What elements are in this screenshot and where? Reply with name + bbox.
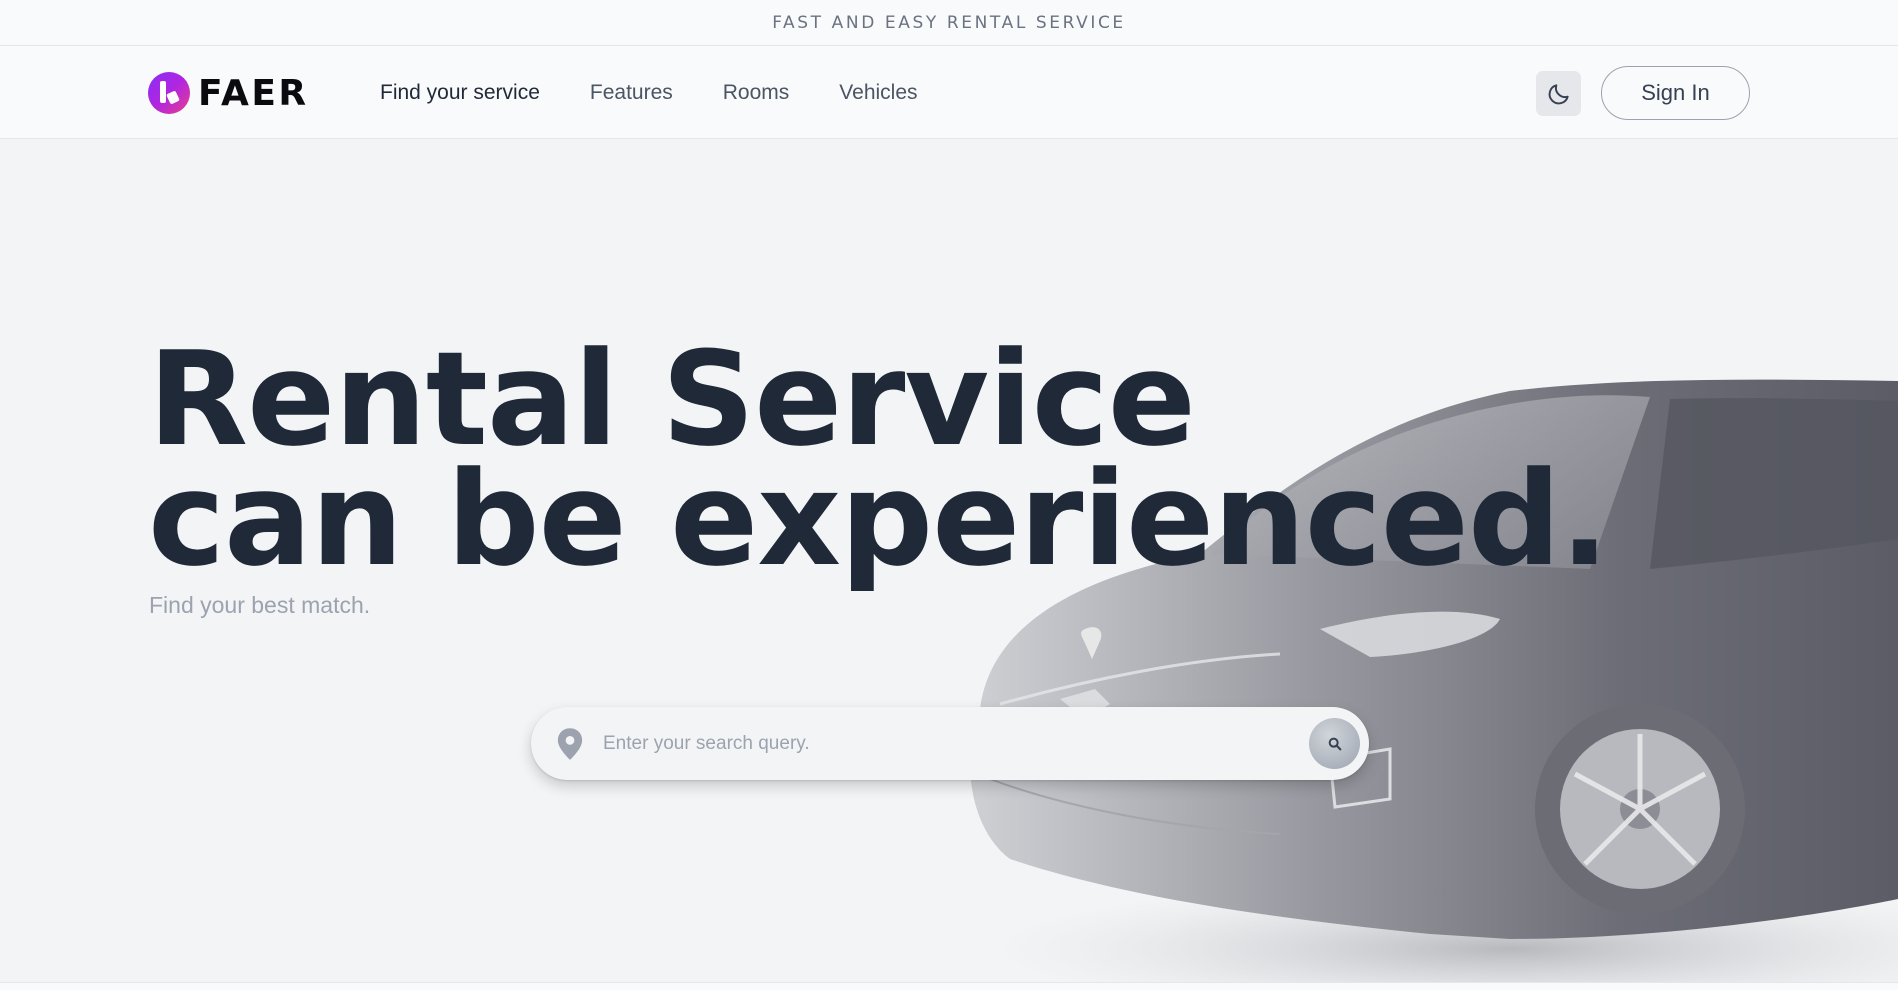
- hero-title-line-2: can be experienced.: [148, 443, 1609, 595]
- navbar: FAER Find your service Features Rooms Ve…: [0, 46, 1898, 139]
- main-nav: Find your service Features Rooms Vehicle…: [380, 46, 918, 139]
- brand-logo[interactable]: FAER: [148, 71, 309, 115]
- announcement-bar: FAST AND EASY RENTAL SERVICE: [0, 0, 1898, 46]
- announcement-text: FAST AND EASY RENTAL SERVICE: [772, 12, 1126, 33]
- page-divider: [0, 982, 1898, 990]
- hero-section: Rental Service can be experienced. Find …: [0, 139, 1898, 982]
- nav-link-rooms[interactable]: Rooms: [723, 81, 790, 105]
- logo-icon: [148, 72, 190, 114]
- nav-link-find-your-service[interactable]: Find your service: [380, 81, 540, 105]
- sign-in-button[interactable]: Sign In: [1601, 66, 1750, 120]
- moon-icon: [1548, 83, 1569, 104]
- nav-link-features[interactable]: Features: [590, 81, 673, 105]
- brand-name: FAER: [198, 72, 309, 114]
- hero-title: Rental Service can be experienced.: [148, 334, 1609, 584]
- nav-link-vehicles[interactable]: Vehicles: [839, 81, 917, 105]
- search-input[interactable]: [603, 725, 1243, 763]
- map-pin-icon: [557, 728, 583, 760]
- hero-subtitle: Find your best match.: [149, 592, 371, 618]
- search-button[interactable]: [1309, 718, 1360, 769]
- search-bar: [531, 707, 1369, 780]
- search-icon: [1328, 737, 1341, 750]
- theme-toggle-button[interactable]: [1536, 71, 1581, 116]
